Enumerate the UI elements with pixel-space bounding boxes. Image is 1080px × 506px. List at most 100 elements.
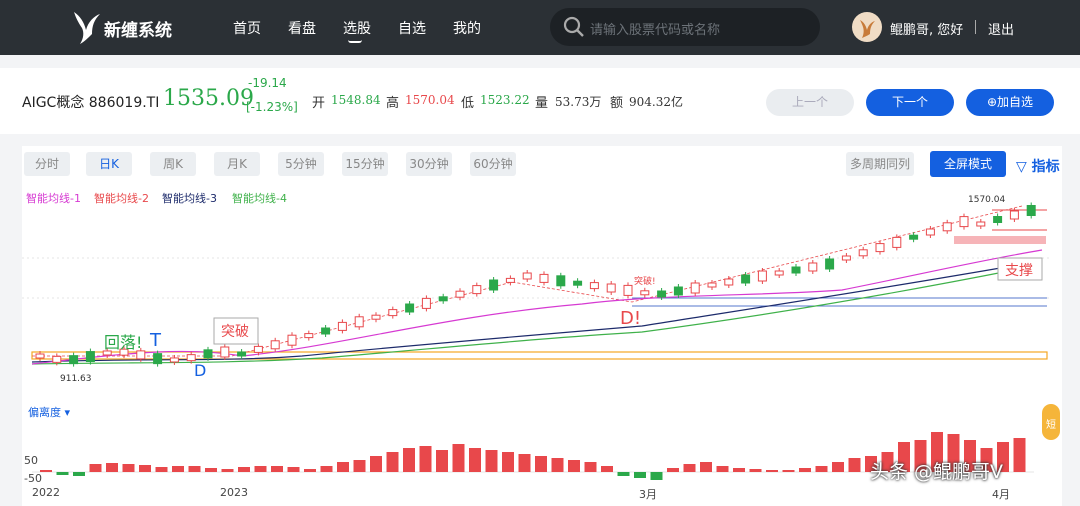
- support-annotation: 支撑: [1005, 263, 1033, 279]
- candle: [573, 280, 583, 286]
- tab-weekly-k[interactable]: 周K: [150, 152, 196, 176]
- candle: [707, 282, 717, 288]
- deviation-bar: [172, 466, 184, 472]
- resistance-zone: [954, 236, 1046, 244]
- deviation-selector[interactable]: 偏离度 ▾: [28, 404, 70, 420]
- tab-timeshare[interactable]: 分时: [24, 152, 70, 176]
- candle: [472, 285, 482, 295]
- breakout-annotation: 突破: [221, 324, 249, 340]
- avatar[interactable]: [852, 12, 882, 42]
- candle: [606, 283, 616, 293]
- candle: [321, 327, 331, 335]
- candle: [186, 354, 196, 362]
- tab-monthly-k[interactable]: 月K: [214, 152, 260, 176]
- nav-stock-picker[interactable]: 选股: [343, 18, 371, 38]
- deviation-bar: [485, 450, 498, 472]
- low-value: 1523.22: [480, 93, 530, 107]
- high-value: 1570.04: [405, 93, 455, 107]
- avatar-bird-icon: [860, 20, 875, 38]
- next-button[interactable]: 下一个: [866, 89, 954, 116]
- candle: [741, 274, 751, 284]
- deviation-bar: [766, 470, 778, 472]
- candle: [858, 249, 868, 257]
- nav-watchlist[interactable]: 自选: [398, 18, 426, 38]
- candle: [925, 228, 935, 236]
- add-watchlist-button[interactable]: ⊕加自选: [966, 89, 1054, 116]
- candle: [371, 314, 381, 320]
- candle: [808, 262, 818, 272]
- range-box: [31, 351, 1048, 360]
- deviation-bar: [700, 462, 712, 472]
- prev-button[interactable]: 上一个: [766, 89, 854, 116]
- candle: [673, 286, 683, 296]
- candle: [522, 272, 532, 280]
- x-label-apr: 4月: [992, 488, 1010, 501]
- candle: [220, 346, 230, 358]
- x-label-mar: 3月: [639, 488, 657, 501]
- logout-link[interactable]: 退出: [988, 19, 1014, 38]
- deviation-bar: [502, 452, 514, 472]
- deviation-bar: [667, 468, 679, 472]
- d-annotation: D: [194, 361, 206, 380]
- nav-mine[interactable]: 我的: [453, 18, 481, 38]
- divider: [975, 20, 976, 34]
- deviation-bar: [304, 469, 316, 472]
- deviation-bar: [254, 466, 267, 472]
- candle: [825, 258, 835, 270]
- deviation-bar: [139, 465, 151, 472]
- deviation-bar: [353, 460, 366, 472]
- candle: [237, 351, 247, 357]
- deviation-bar: [634, 472, 646, 478]
- tab-15min[interactable]: 15分钟: [342, 152, 388, 176]
- search-box[interactable]: 请输入股票代码或名称: [550, 8, 820, 46]
- short-marker-label: 短: [1046, 420, 1056, 431]
- kline-chart[interactable]: 回落! T D 突破 突破! D! 支撑 1570.04 911.63 50 -…: [22, 186, 1062, 496]
- deviation-bar: [89, 464, 102, 472]
- candles: [35, 202, 1036, 367]
- candle: [942, 222, 952, 232]
- deviation-bar: [419, 446, 432, 472]
- high-label: 高: [386, 96, 400, 111]
- ma3-line: [31, 265, 1013, 363]
- deviation-bar: [320, 466, 333, 472]
- candle: [203, 349, 213, 359]
- deviation-bar: [683, 464, 696, 472]
- short-marker[interactable]: 短: [1042, 404, 1060, 440]
- breakout-small-annotation: 突破!: [634, 275, 656, 287]
- candle: [724, 278, 734, 286]
- candle: [304, 333, 314, 339]
- deviation-bar: [568, 460, 580, 472]
- amount-value: 904.32亿: [629, 95, 683, 109]
- candle: [270, 340, 280, 350]
- tab-daily-k[interactable]: 日K: [86, 152, 132, 176]
- tab-30min[interactable]: 30分钟: [406, 152, 452, 176]
- candle: [421, 297, 431, 309]
- fullscreen-button[interactable]: 全屏模式: [930, 151, 1006, 177]
- candle: [287, 334, 297, 346]
- deviation-bar: [56, 472, 69, 475]
- deviation-bar: [749, 469, 762, 472]
- candle: [657, 290, 667, 298]
- nav-market[interactable]: 看盘: [288, 18, 316, 38]
- nav-home[interactable]: 首页: [233, 18, 261, 38]
- candle: [892, 236, 902, 248]
- price-change-pct: [-1.23%]: [246, 100, 298, 114]
- deviation-bar: [122, 464, 135, 472]
- candle: [640, 290, 650, 296]
- stock-price: 1535.09: [163, 86, 254, 111]
- high-marker: 1570.04: [968, 195, 1005, 205]
- deviation-bar: [716, 466, 729, 472]
- deviation-bar: [584, 462, 597, 472]
- indicator-button[interactable]: ▽ 指标: [1016, 156, 1060, 176]
- low-marker: 911.63: [60, 374, 92, 384]
- multi-period-button[interactable]: 多周期同列: [846, 152, 914, 176]
- candle: [85, 351, 95, 363]
- deviation-bar: [155, 467, 168, 472]
- tab-60min[interactable]: 60分钟: [470, 152, 516, 176]
- tab-5min[interactable]: 5分钟: [278, 152, 324, 176]
- chart-panel: 分时 日K 周K 月K 5分钟 15分钟 30分钟 60分钟 多周期同列 全屏模…: [22, 146, 1062, 506]
- app-logo[interactable]: 新缠系统: [70, 8, 190, 46]
- phoenix-logo-icon: [74, 12, 100, 44]
- deviation-bar: [271, 466, 283, 472]
- candle: [169, 357, 179, 363]
